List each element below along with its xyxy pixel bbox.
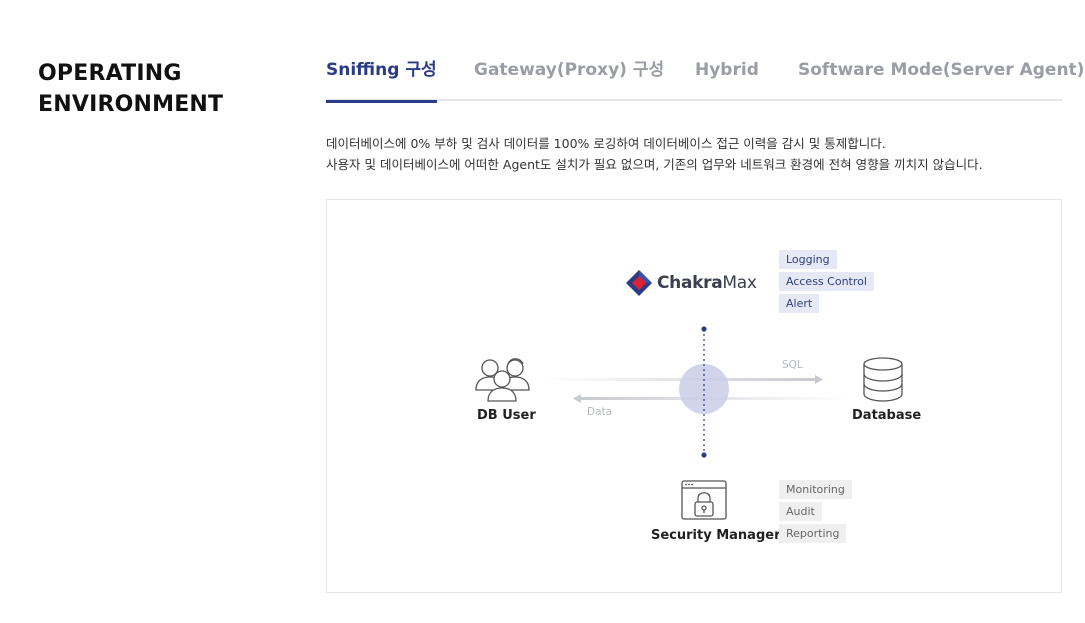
data-arrow-head [573, 394, 581, 403]
logo-text-bold: Chakra [657, 273, 723, 293]
section-title-line1: OPERATING [38, 61, 182, 86]
sql-flow-label: SQL [782, 359, 803, 371]
chakramax-logo: ChakraMax [625, 268, 757, 298]
chakramax-logo-icon [626, 270, 652, 296]
tag-audit: Audit [779, 502, 822, 521]
tab-software-mode[interactable]: Software Mode(Server Agent) [798, 56, 1084, 101]
description: 데이터베이스에 0% 부하 및 검사 데이터를 100% 로깅하여 데이터베이스… [326, 133, 1066, 175]
tab-sniffing[interactable]: Sniffing 구성 [326, 56, 437, 103]
db-users-icon [475, 358, 530, 402]
tab-hybrid[interactable]: Hybrid [695, 56, 759, 101]
security-manager-icon [681, 480, 727, 520]
database-label: Database [852, 408, 922, 423]
tag-access-control: Access Control [779, 272, 874, 291]
tab-bar: Sniffing 구성 Gateway(Proxy) 구성 Hybrid Sof… [326, 56, 1084, 103]
tap-bottom-dot [701, 452, 707, 458]
tab-gateway-proxy[interactable]: Gateway(Proxy) 구성 [474, 56, 664, 101]
tap-top-dot [701, 326, 707, 332]
tag-reporting: Reporting [779, 524, 847, 543]
section-title-line2: ENVIRONMENT [38, 92, 224, 117]
tag-logging: Logging [779, 250, 837, 269]
tag-monitoring: Monitoring [779, 480, 852, 499]
description-line2: 사용자 및 데이터베이스에 어떠한 Agent도 설치가 필요 없으며, 기존의… [326, 157, 983, 172]
sql-flow-line [542, 378, 817, 381]
section-title: OPERATING ENVIRONMENT [38, 58, 223, 120]
database-icon [863, 357, 903, 402]
description-line1: 데이터베이스에 0% 부하 및 검사 데이터를 100% 로깅하여 데이터베이스… [326, 136, 886, 151]
chakramax-logo-text: ChakraMax [657, 273, 757, 293]
tag-alert: Alert [779, 294, 820, 313]
data-flow-label: Data [587, 406, 613, 418]
sql-arrow-head [815, 375, 823, 384]
architecture-diagram: ChakraMax Logging Access Control Alert D… [326, 199, 1062, 593]
db-user-label: DB User [477, 408, 536, 423]
security-manager-label: Security Manager [651, 528, 781, 543]
logo-text-regular: Max [722, 273, 757, 293]
